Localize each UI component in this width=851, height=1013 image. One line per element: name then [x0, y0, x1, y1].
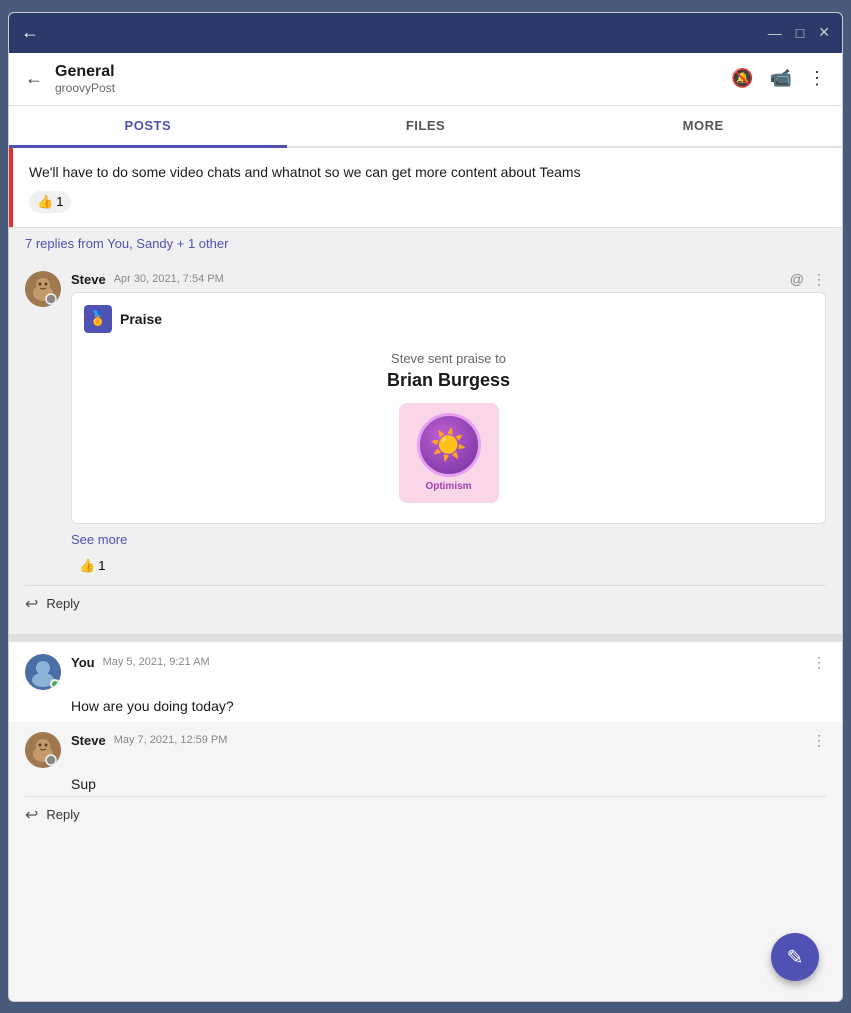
praise-label: Praise [120, 311, 162, 327]
steve-reply-sender: Steve [71, 733, 106, 748]
thread-thumbsup-emoji: 👍 [79, 558, 95, 574]
reaction-count: 1 [56, 194, 63, 209]
channel-subtitle: groovyPost [55, 81, 115, 95]
top-message: We'll have to do some video chats and wh… [9, 148, 842, 227]
you-message-text: How are you doing today? [25, 698, 826, 714]
you-message-time: May 5, 2021, 9:21 AM [103, 656, 210, 668]
praise-sun-emoji: ☀️ [430, 428, 467, 463]
maximize-button[interactable]: □ [796, 25, 804, 41]
you-message-item: You May 5, 2021, 9:21 AM ⋮ [25, 654, 826, 690]
video-icon[interactable]: 📹 [770, 68, 792, 89]
you-message-meta: You May 5, 2021, 9:21 AM ⋮ [71, 654, 826, 671]
channel-back-button[interactable]: ← [25, 68, 43, 89]
message-more-icon[interactable]: ⋮ [812, 271, 826, 288]
nested-reply-label: Reply [46, 807, 79, 822]
steve-reply-meta: Steve May 7, 2021, 12:59 PM ⋮ [71, 732, 826, 749]
close-button[interactable]: ✕ [818, 24, 830, 41]
steve-reply-avatar-img [25, 732, 61, 768]
channel-header: ← General groovyPost 🔕 📹 ⋮ [9, 53, 842, 106]
replies-link[interactable]: 7 replies from You, Sandy + 1 other [9, 227, 842, 259]
steve-reply-more-icon[interactable]: ⋮ [812, 732, 826, 749]
steve-message-item: Steve Apr 30, 2021, 7:54 PM @ ⋮ 🏅 [25, 271, 826, 577]
compose-fab-button[interactable]: ✎ [771, 933, 819, 981]
tab-posts[interactable]: POSTS [9, 106, 287, 148]
praise-content: Steve sent praise to Brian Burgess ☀️ Op… [84, 343, 813, 511]
title-bar: ← — □ ✕ [9, 13, 842, 53]
steve-reply-time: May 7, 2021, 12:59 PM [114, 734, 228, 746]
tab-more[interactable]: MORE [564, 106, 842, 146]
praise-sent-to: Steve sent praise to [84, 351, 813, 366]
praise-card-header: 🏅 Praise [84, 305, 813, 333]
praise-badge-circle: ☀️ [417, 413, 481, 477]
reply-icon: ↩ [25, 594, 38, 614]
thread-reaction-badge[interactable]: 👍 1 [71, 555, 113, 577]
praise-badge: ☀️ Optimism [399, 403, 499, 503]
steve-reply-text: Sup [25, 776, 826, 792]
tab-files[interactable]: FILES [287, 106, 565, 146]
steve-message-time: Apr 30, 2021, 7:54 PM [114, 273, 224, 285]
steve-message-body: Steve Apr 30, 2021, 7:54 PM @ ⋮ 🏅 [71, 271, 826, 577]
top-reaction-badge[interactable]: 👍 1 [29, 191, 71, 213]
steve-avatar-img [25, 271, 61, 307]
section-divider [9, 634, 842, 642]
steve-reply-body: Steve May 7, 2021, 12:59 PM ⋮ [71, 732, 826, 768]
thread-reaction-count: 1 [98, 558, 105, 573]
nested-reply-bar[interactable]: ↩ Reply [25, 796, 826, 833]
praise-recipient: Brian Burgess [84, 370, 813, 391]
thumbsup-emoji: 👍 [37, 194, 53, 210]
compose-icon: ✎ [787, 945, 804, 970]
you-avatar [25, 654, 61, 690]
title-bar-back-button[interactable]: ← [21, 22, 39, 43]
you-status-dot [50, 679, 60, 689]
thread-reply-bar[interactable]: ↩ Reply [25, 585, 826, 622]
steve-sender-name: Steve [71, 272, 106, 287]
app-window: ← — □ ✕ ← General groovyPost 🔕 📹 ⋮ [8, 12, 843, 1002]
tabs-bar: POSTS FILES MORE [9, 106, 842, 148]
steve-reply-avatar [25, 732, 61, 768]
mention-icon[interactable]: @ [790, 271, 804, 287]
steve-avatar [25, 271, 61, 307]
you-message-body: You May 5, 2021, 9:21 AM ⋮ [71, 654, 826, 690]
thread-section: Steve Apr 30, 2021, 7:54 PM @ ⋮ 🏅 [9, 259, 842, 634]
steve-reply-item: Steve May 7, 2021, 12:59 PM ⋮ [25, 732, 826, 768]
more-options-icon[interactable]: ⋮ [808, 68, 826, 89]
nested-reply-icon: ↩ [25, 805, 38, 825]
you-more-icon[interactable]: ⋮ [812, 654, 826, 671]
minimize-button[interactable]: — [768, 25, 782, 41]
praise-icon: 🏅 [84, 305, 112, 333]
second-message-section: You May 5, 2021, 9:21 AM ⋮ How are you d… [9, 642, 842, 843]
content-area: We'll have to do some video chats and wh… [9, 148, 842, 1001]
thread-reply-label: Reply [46, 596, 79, 611]
you-sender-name: You [71, 655, 95, 670]
praise-badge-text: Optimism [425, 481, 471, 492]
channel-name: General [55, 63, 115, 81]
channel-info: General groovyPost [55, 63, 115, 95]
praise-card: 🏅 Praise Steve sent praise to Brian Burg… [71, 292, 826, 524]
top-message-text: We'll have to do some video chats and wh… [29, 162, 826, 183]
steve-message-meta: Steve Apr 30, 2021, 7:54 PM @ ⋮ [71, 271, 826, 288]
nested-reply-section: Steve May 7, 2021, 12:59 PM ⋮ Sup ↩ Repl… [9, 722, 842, 843]
bell-icon[interactable]: 🔕 [731, 68, 753, 89]
see-more-link[interactable]: See more [71, 532, 826, 547]
